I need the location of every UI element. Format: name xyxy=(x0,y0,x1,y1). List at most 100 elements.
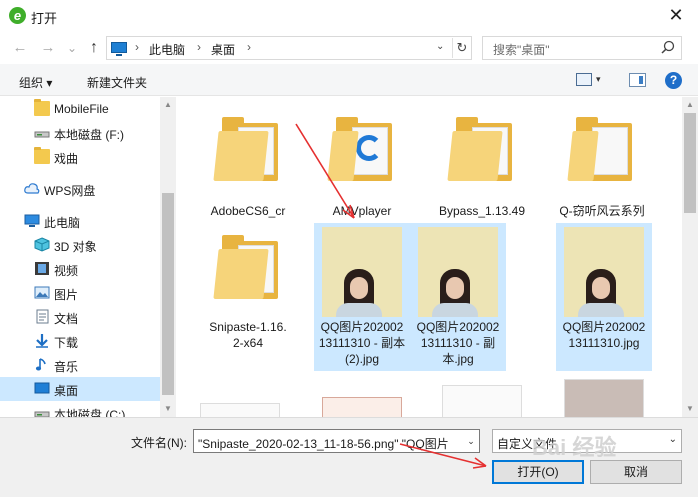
screenshot-thumbnail[interactable] xyxy=(322,397,402,417)
filename-label: 文件名(N): xyxy=(131,436,187,450)
sidebar-item-label: 文档 xyxy=(54,312,79,326)
folder-icon xyxy=(34,99,50,116)
back-arrow-icon[interactable]: ← xyxy=(10,38,30,58)
sidebar-item-desktop[interactable]: 桌面 xyxy=(0,377,160,401)
sidebar-item-documents[interactable]: 文档 xyxy=(0,305,160,329)
screenshot-thumbnail[interactable] xyxy=(564,379,644,417)
sidebar-item-videos[interactable]: 视频 xyxy=(0,257,160,281)
file-item-image[interactable]: QQ图片20200213111310 - 副本 (2).jpg xyxy=(314,223,410,371)
file-item-folder[interactable]: AMVplayer xyxy=(314,107,410,225)
download-icon xyxy=(36,334,48,348)
3d-objects-icon xyxy=(34,237,50,252)
sidebar-item-mobilefile[interactable]: MobileFile xyxy=(0,97,160,121)
file-name: QQ图片20200213111310 - 副本 (2).jpg xyxy=(318,320,406,366)
sidebar-item-downloads[interactable]: 下载 xyxy=(0,329,160,353)
view-options-chevron-icon[interactable]: ▾ xyxy=(596,74,601,85)
image-thumbnail xyxy=(418,227,498,317)
sidebar-item-label: 下载 xyxy=(54,336,79,350)
scroll-up-arrow-icon[interactable]: ▲ xyxy=(160,97,176,113)
sidebar-scroll-thumb[interactable] xyxy=(162,193,174,395)
help-icon[interactable]: ? xyxy=(665,72,682,89)
chevron-down-icon: ⌄ xyxy=(668,434,677,445)
navigation-pane: MobileFile 本地磁盘 (F:) 戏曲 WPS网盘 此电脑 3D 对象 … xyxy=(0,97,176,417)
filename-input[interactable]: "Snipaste_2020-02-13_11-18-56.png" "QQ图片… xyxy=(193,429,480,453)
sidebar-item-3d-objects[interactable]: 3D 对象 xyxy=(0,233,160,257)
search-placeholder: 搜索"桌面" xyxy=(493,43,550,57)
computer-icon xyxy=(24,214,40,227)
sidebar-item-drive-f[interactable]: 本地磁盘 (F:) xyxy=(0,121,160,145)
documents-icon xyxy=(36,309,49,324)
file-list-scrollbar[interactable]: ▲ ▼ xyxy=(682,97,698,417)
file-name: Bypass_1.13.49 xyxy=(438,204,526,218)
file-list-scroll-thumb[interactable] xyxy=(684,113,696,213)
drive-icon xyxy=(34,411,50,417)
sidebar-item-label: 图片 xyxy=(54,288,79,302)
forward-arrow-icon[interactable]: → xyxy=(38,38,58,58)
scroll-up-arrow-icon[interactable]: ▲ xyxy=(682,97,698,113)
breadcrumb-separator: › xyxy=(135,40,139,54)
music-icon xyxy=(35,358,46,371)
search-input[interactable]: 搜索"桌面" xyxy=(482,36,682,60)
search-icon xyxy=(661,40,675,54)
sidebar-item-label: 桌面 xyxy=(54,384,79,398)
sidebar-item-wps-cloud[interactable]: WPS网盘 xyxy=(0,177,160,201)
file-name: AMVplayer xyxy=(332,204,392,218)
scroll-down-arrow-icon[interactable]: ▼ xyxy=(682,401,698,417)
screenshot-thumbnail[interactable] xyxy=(442,385,522,417)
open-button[interactable]: 打开(O) xyxy=(492,460,584,484)
cloud-icon xyxy=(24,183,40,194)
folder-icon xyxy=(567,117,632,181)
breadcrumb-desktop[interactable]: 桌面 xyxy=(211,41,235,58)
sidebar-item-music[interactable]: 音乐 xyxy=(0,353,160,377)
file-item-image[interactable]: QQ图片20200213111310.jpg xyxy=(556,223,652,371)
breadcrumb-separator: › xyxy=(247,40,251,54)
refresh-icon[interactable]: ↻ xyxy=(452,38,471,58)
watermark: Bai 经验 xyxy=(532,435,617,460)
file-item-folder[interactable]: Q-窃听风云系列 xyxy=(554,107,650,225)
file-name: QQ图片20200213111310.jpg xyxy=(562,320,646,350)
pictures-icon xyxy=(34,286,50,299)
sidebar-item-label: 音乐 xyxy=(54,360,79,374)
drive-icon xyxy=(34,131,50,138)
file-item-folder[interactable]: AdobeCS6_cr xyxy=(200,107,296,225)
breadcrumb-this-pc[interactable]: 此电脑 xyxy=(149,41,185,58)
preview-pane-icon[interactable] xyxy=(629,73,646,87)
sidebar-item-label: 此电脑 xyxy=(44,216,81,230)
address-history-chevron-icon[interactable]: ⌄ xyxy=(436,41,444,52)
video-icon xyxy=(35,262,49,275)
screenshot-thumbnail[interactable] xyxy=(200,403,280,417)
organize-menu[interactable]: 组织 ▾ xyxy=(19,74,52,91)
file-item-image[interactable]: QQ图片20200213111310 - 副本.jpg xyxy=(410,223,506,371)
folder-icon xyxy=(213,117,278,181)
close-button[interactable]: ✕ xyxy=(654,0,698,32)
title-bar: e 打开 ✕ xyxy=(0,0,698,32)
up-arrow-icon[interactable]: ↑ xyxy=(84,38,104,58)
change-view-icon[interactable] xyxy=(576,73,592,86)
sidebar-item-pictures[interactable]: 图片 xyxy=(0,281,160,305)
desktop-icon xyxy=(34,382,50,394)
cancel-button[interactable]: 取消 xyxy=(590,460,682,484)
image-thumbnail xyxy=(564,227,644,317)
sidebar-item-label: 本地磁盘 (C:) xyxy=(54,408,126,417)
sidebar-scrollbar[interactable]: ▲ ▼ xyxy=(160,97,176,417)
file-name: QQ图片20200213111310 - 副本.jpg xyxy=(416,320,500,366)
sidebar-item-opera[interactable]: 戏曲 xyxy=(0,145,160,169)
app-logo-icon: e xyxy=(9,7,26,24)
filename-history-chevron-icon[interactable]: ⌄ xyxy=(463,430,479,452)
image-thumbnail xyxy=(322,227,402,317)
file-name: Snipaste-1.16.2-x64 xyxy=(209,320,287,350)
sidebar-item-label: 戏曲 xyxy=(54,152,79,166)
sidebar-item-label: 本地磁盘 (F:) xyxy=(54,128,124,142)
recent-locations-chevron-icon[interactable]: ⌄ xyxy=(62,38,82,58)
file-name: AdobeCS6_cr xyxy=(210,204,286,218)
address-bar[interactable]: › 此电脑 › 桌面 › ⌄ ↻ xyxy=(106,36,472,60)
file-item-folder[interactable]: Bypass_1.13.49 xyxy=(434,107,530,225)
scroll-down-arrow-icon[interactable]: ▼ xyxy=(160,401,176,417)
navigation-row: ← → ⌄ ↑ › 此电脑 › 桌面 › ⌄ ↻ 搜索"桌面" xyxy=(0,32,698,64)
sidebar-item-this-pc[interactable]: 此电脑 xyxy=(0,209,160,233)
file-item-folder[interactable]: Snipaste-1.16.2-x64 xyxy=(200,225,296,365)
filename-value: "Snipaste_2020-02-13_11-18-56.png" "QQ图片 xyxy=(198,437,449,451)
new-folder-button[interactable]: 新建文件夹 xyxy=(87,74,147,91)
folder-icon xyxy=(327,117,392,181)
sidebar-item-drive-c[interactable]: 本地磁盘 (C:) xyxy=(0,401,160,417)
